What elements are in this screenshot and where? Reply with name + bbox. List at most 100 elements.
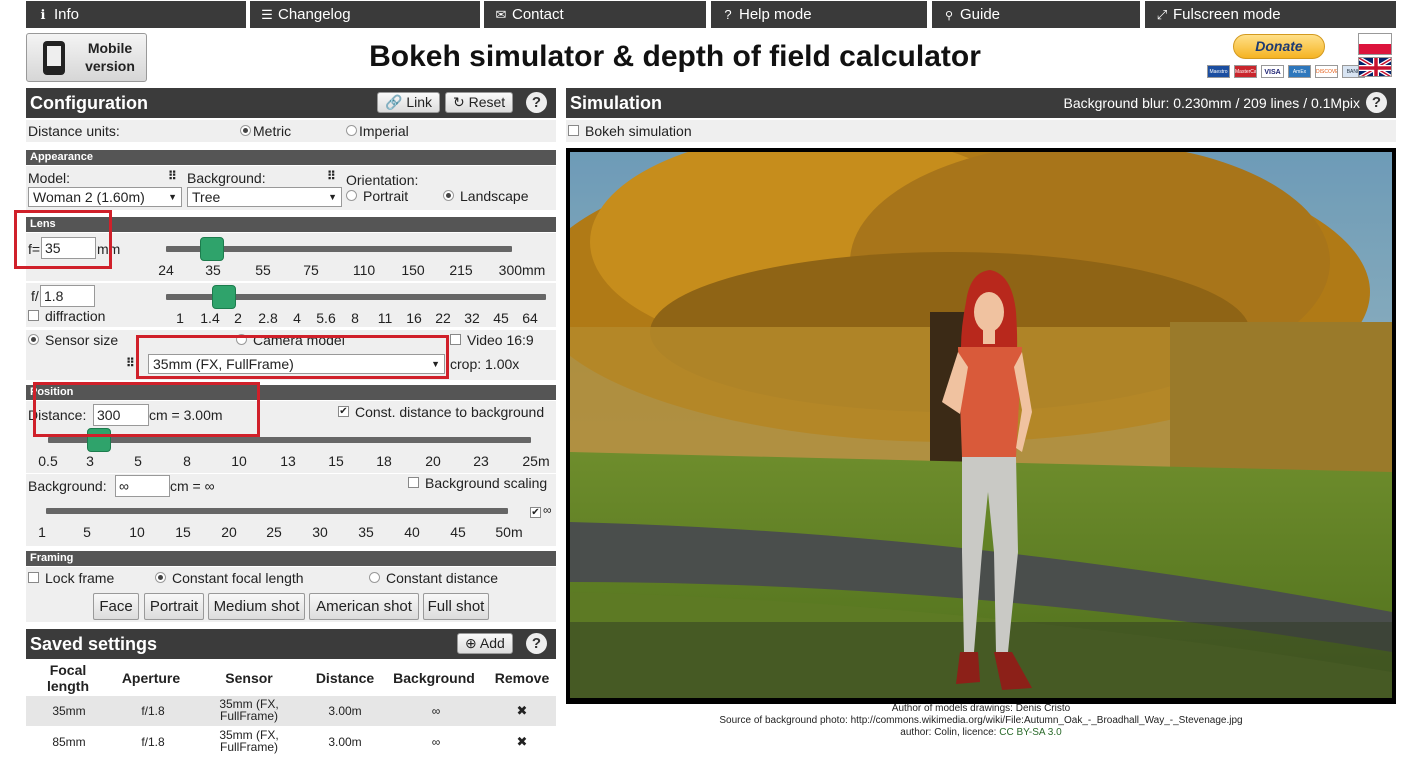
simulation-viewport[interactable] xyxy=(566,148,1396,704)
distance-slider-track[interactable] xyxy=(48,437,531,443)
nav-guide-button[interactable]: ⚲ Guide xyxy=(932,1,1140,28)
sensor-size-label: Sensor size xyxy=(45,332,119,348)
mobile-version-button[interactable]: Mobile version xyxy=(26,33,147,82)
face-button[interactable]: Face xyxy=(93,593,139,620)
diffraction-label: diffraction xyxy=(45,308,106,324)
portrait-button[interactable]: Portrait xyxy=(144,593,204,620)
link-label: Link xyxy=(406,94,433,110)
metric-radio[interactable] xyxy=(240,125,251,136)
nav-help-mode-button[interactable]: ? Help mode xyxy=(711,1,927,28)
footer-photo-source: Source of background photo: http://commo… xyxy=(719,715,1243,726)
background-select-value: Tree xyxy=(192,189,221,205)
model-select[interactable]: Woman 2 (1.60m) ▼ xyxy=(28,187,182,207)
remove-icon[interactable]: ✖ xyxy=(488,704,556,717)
column-sensor: Sensor xyxy=(225,670,273,686)
mastercard-card-icon: MasterCard xyxy=(1234,65,1257,78)
slider-tick-label: 5.6 xyxy=(316,310,336,326)
american-shot-button[interactable]: American shot xyxy=(309,593,419,620)
nav-fullscreen-button[interactable]: ⤢ Fulscreen mode xyxy=(1145,1,1396,28)
column-background: Background xyxy=(393,670,475,686)
visa-card-icon: VISA xyxy=(1261,65,1284,78)
slider-tick-label: 45 xyxy=(493,310,509,326)
row-aperture: f/1.8 xyxy=(141,704,165,718)
background-distance-label: Background: xyxy=(28,478,107,494)
column-aperture: Aperture xyxy=(121,670,181,686)
simulation-scene xyxy=(570,152,1392,698)
slider-tick-label: 32 xyxy=(464,310,480,326)
slider-tick-label: 55 xyxy=(255,262,271,278)
slider-tick-label: 10 xyxy=(231,453,247,469)
const-distance-label: Const. distance to background xyxy=(355,404,545,420)
page-title: Bokeh simulator & depth of field calcula… xyxy=(369,40,981,73)
reset-button[interactable]: ↻ Reset xyxy=(445,92,514,113)
slider-tick-label: 15 xyxy=(328,453,344,469)
constant-distance-radio[interactable] xyxy=(369,572,380,583)
infinity-checkbox[interactable]: ✔ xyxy=(530,507,541,518)
aperture-slider-thumb[interactable] xyxy=(212,285,237,309)
row-background: ∞ xyxy=(431,704,441,718)
slider-tick-label: 110 xyxy=(352,262,376,278)
landscape-radio[interactable] xyxy=(443,190,454,201)
slider-tick-label: 18 xyxy=(376,453,392,469)
table-row: 35mm f/1.8 35mm (FX, FullFrame) 3.00m ∞ … xyxy=(26,696,556,726)
add-button[interactable]: ⊕ Add xyxy=(457,633,513,654)
portrait-radio[interactable] xyxy=(346,190,357,201)
focal-highlight xyxy=(14,210,112,269)
nav-info-button[interactable]: ℹ Info xyxy=(26,1,246,28)
mobile-line1: Mobile xyxy=(87,40,133,56)
nav-help-mode-label: Help mode xyxy=(739,6,812,23)
row-distance: 3.00m xyxy=(328,735,362,749)
slider-tick-label: 22 xyxy=(435,310,451,326)
slider-tick-label: 30 xyxy=(312,524,328,540)
saved-help-icon[interactable]: ? xyxy=(526,633,547,654)
slider-tick-label: 20 xyxy=(425,453,441,469)
imperial-radio[interactable] xyxy=(346,125,357,136)
config-help-icon[interactable]: ? xyxy=(526,92,547,113)
aperture-input[interactable]: 1.8 xyxy=(40,285,95,307)
background-grid-icon[interactable]: ⠿ xyxy=(327,170,340,183)
slider-tick-label: 3 xyxy=(86,453,94,469)
polish-flag-icon[interactable] xyxy=(1358,33,1392,55)
nav-changelog-button[interactable]: ☰ Changelog xyxy=(250,1,480,28)
constant-focal-radio[interactable] xyxy=(155,572,166,583)
slider-tick-label: 45 xyxy=(450,524,466,540)
focal-slider-thumb[interactable] xyxy=(200,237,225,261)
background-distance-input[interactable]: ∞ xyxy=(115,475,170,497)
const-distance-checkbox[interactable]: ✔ xyxy=(338,406,349,417)
background-slider-track[interactable] xyxy=(46,508,508,514)
framing-header: Framing xyxy=(26,551,556,566)
donate-button[interactable]: Donate xyxy=(1233,34,1325,59)
bokeh-simulation-checkbox[interactable] xyxy=(568,125,579,136)
row-focal: 35mm xyxy=(52,704,86,718)
license-link[interactable]: CC BY-SA 3.0 xyxy=(999,727,1061,738)
remove-icon[interactable]: ✖ xyxy=(488,735,556,748)
footer-author: author: Colin, licence: xyxy=(900,727,1000,738)
list-icon: ☰ xyxy=(261,7,273,22)
model-grid-icon[interactable]: ⠿ xyxy=(168,170,181,183)
plus-icon: ⊕ xyxy=(465,635,477,651)
metric-label: Metric xyxy=(253,123,292,139)
row-focal: 85mm xyxy=(52,735,86,749)
link-button[interactable]: 🔗 Link xyxy=(377,92,441,113)
simulation-help-icon[interactable]: ? xyxy=(1366,92,1387,113)
slider-tick-label: 25m xyxy=(522,453,550,469)
slider-tick-label: 20 xyxy=(221,524,237,540)
background-select[interactable]: Tree ▼ xyxy=(187,187,342,207)
saved-settings-title: Saved settings xyxy=(30,634,158,654)
sensor-size-radio[interactable] xyxy=(28,334,39,345)
uk-flag-icon[interactable] xyxy=(1358,57,1392,77)
diffraction-checkbox[interactable] xyxy=(28,310,39,321)
slider-tick-label: 1 xyxy=(176,310,184,326)
info-icon: ℹ xyxy=(40,7,46,22)
row-aperture: f/1.8 xyxy=(141,735,165,749)
lock-frame-checkbox[interactable] xyxy=(28,572,39,583)
medium-shot-button[interactable]: Medium shot xyxy=(208,593,305,620)
video-checkbox[interactable] xyxy=(450,334,461,345)
phone-icon xyxy=(43,41,65,75)
slider-tick-label: 40 xyxy=(404,524,420,540)
nav-contact-button[interactable]: ✉ Contact xyxy=(484,1,706,28)
maestro-card-icon: Maestro xyxy=(1207,65,1230,78)
full-shot-button[interactable]: Full shot xyxy=(423,593,489,620)
background-scaling-checkbox[interactable] xyxy=(408,477,419,488)
model-label: Model: xyxy=(28,170,71,186)
